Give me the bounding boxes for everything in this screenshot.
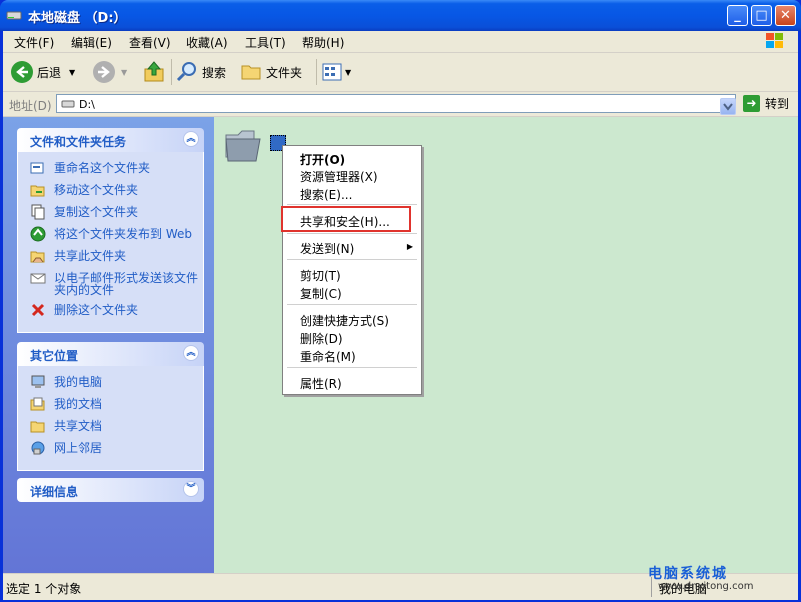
ctx-properties[interactable]: 属性(R) [300, 375, 342, 392]
go-arrow-icon: ➜ [743, 95, 760, 112]
globe-icon [30, 226, 46, 242]
views-icon [322, 63, 342, 81]
toolbar: 后退 ▼ ▼ 搜索 文件夹 ▼ [3, 53, 798, 92]
panel-header[interactable]: 其它位置 ︽ [17, 342, 204, 366]
forward-dropdown-icon[interactable]: ▼ [121, 68, 127, 77]
task-publish-web[interactable]: 将这个文件夹发布到 Web [18, 226, 203, 242]
ctx-send-to[interactable]: 发送到(N) [300, 240, 354, 257]
close-button[interactable]: ✕ [775, 5, 796, 26]
task-pane: 文件和文件夹任务 ︽ 重命名这个文件夹 移动这个文件夹 复制这个文件夹 将这个文… [3, 117, 214, 573]
computer-icon [31, 375, 45, 388]
up-folder-button[interactable] [143, 59, 165, 85]
minimize-button[interactable]: _ [727, 5, 748, 26]
folders-button[interactable]: 文件夹 [240, 59, 302, 85]
delete-icon [31, 303, 45, 317]
back-dropdown-icon[interactable]: ▼ [69, 68, 75, 77]
menu-separator [287, 233, 417, 234]
forward-arrow-icon [93, 61, 115, 83]
rename-icon [30, 162, 44, 174]
task-share-folder[interactable]: 共享此文件夹 [18, 250, 203, 264]
back-arrow-icon [11, 61, 33, 83]
forward-button[interactable]: ▼ [93, 59, 127, 85]
menu-view[interactable]: 查看(V) [129, 34, 171, 51]
menu-edit[interactable]: 编辑(E) [71, 34, 112, 51]
share-folder-icon [30, 251, 45, 263]
ctx-explorer[interactable]: 资源管理器(X) [300, 168, 378, 185]
views-dropdown-icon: ▼ [345, 67, 352, 77]
ctx-delete[interactable]: 删除(D) [300, 330, 343, 347]
email-icon [30, 273, 46, 284]
address-input[interactable]: D:\ [56, 94, 736, 115]
toolbar-separator [171, 59, 172, 85]
up-folder-icon [144, 61, 164, 82]
menu-separator [287, 259, 417, 260]
watermark-logo: 电脑系统城 www.dnxitong.com [648, 566, 754, 592]
go-button[interactable]: ➜ 转到 [743, 95, 789, 112]
drive-icon [61, 100, 75, 108]
move-icon [30, 185, 45, 197]
menu-separator [287, 204, 417, 205]
menu-favorites[interactable]: 收藏(A) [186, 34, 228, 51]
documents-icon [30, 397, 45, 411]
search-button[interactable]: 搜索 [176, 59, 226, 85]
address-bar: 地址(D) D:\ ➜ 转到 [3, 92, 798, 117]
menu-file[interactable]: 文件(F) [14, 34, 54, 51]
panel-header[interactable]: 详细信息 ︾ [17, 478, 204, 502]
ctx-open[interactable]: 打开(O) [300, 151, 345, 168]
expand-icon[interactable]: ︾ [183, 481, 199, 497]
maximize-button[interactable]: □ [751, 5, 772, 26]
task-copy-folder[interactable]: 复制这个文件夹 [18, 204, 203, 220]
task-delete-folder[interactable]: 删除这个文件夹 [18, 303, 203, 318]
place-my-computer[interactable]: 我的电脑 [18, 375, 203, 390]
network-icon [31, 441, 45, 455]
place-network-places[interactable]: 网上邻居 [18, 441, 203, 456]
windows-logo-icon [766, 33, 783, 48]
menu-separator [287, 304, 417, 305]
title-bar[interactable]: 本地磁盘 （D:） _ □ ✕ [0, 0, 801, 31]
ctx-rename[interactable]: 重命名(M) [300, 348, 356, 365]
task-move-folder[interactable]: 移动这个文件夹 [18, 184, 203, 198]
folder-icon[interactable] [224, 127, 264, 165]
menu-tools[interactable]: 工具(T) [245, 34, 286, 51]
ctx-cut[interactable]: 剪切(T) [300, 267, 341, 284]
toolbar-separator [316, 59, 317, 85]
window-title: 本地磁盘 （D:） [28, 11, 127, 26]
ctx-create-shortcut[interactable]: 创建快捷方式(S) [300, 312, 389, 329]
status-selection: 选定 1 个对象 [6, 582, 82, 596]
collapse-icon[interactable]: ︽ [183, 345, 199, 361]
submenu-arrow-icon: ▶ [406, 242, 413, 251]
back-button[interactable]: 后退 ▼ [11, 59, 75, 85]
details-panel: 详细信息 ︾ [17, 478, 204, 502]
folder-icon [241, 65, 261, 80]
context-menu: 打开(O) 资源管理器(X) 搜索(E)... 共享和安全(H)... 发送到(… [281, 145, 422, 395]
menu-help[interactable]: 帮助(H) [302, 34, 344, 51]
other-places-panel: 其它位置 ︽ 我的电脑 我的文档 共享文档 网上邻居 [17, 342, 204, 471]
menu-bar: 文件(F) 编辑(E) 查看(V) 收藏(A) 工具(T) 帮助(H) [3, 31, 798, 53]
address-dropdown-icon[interactable] [720, 98, 736, 115]
task-rename-folder[interactable]: 重命名这个文件夹 [18, 162, 203, 176]
task-email-files[interactable]: 以电子邮件形式发送该文件夹内的文件 [18, 272, 203, 296]
ctx-copy[interactable]: 复制(C) [300, 285, 342, 302]
shared-folder-icon [30, 421, 45, 433]
ctx-search[interactable]: 搜索(E)... [300, 186, 352, 203]
address-value: D:\ [79, 98, 95, 111]
explorer-window: 本地磁盘 （D:） _ □ ✕ 文件(F) 编辑(E) 查看(V) 收藏(A) … [0, 0, 801, 602]
copy-icon [31, 204, 45, 220]
place-my-documents[interactable]: 我的文档 [18, 397, 203, 412]
views-button[interactable]: ▼ [321, 59, 351, 85]
drive-icon [6, 11, 22, 20]
place-shared-documents[interactable]: 共享文档 [18, 420, 203, 434]
ctx-sharing-security[interactable]: 共享和安全(H)... [300, 213, 390, 230]
collapse-icon[interactable]: ︽ [183, 131, 199, 147]
search-icon [176, 62, 196, 82]
file-folder-tasks-panel: 文件和文件夹任务 ︽ 重命名这个文件夹 移动这个文件夹 复制这个文件夹 将这个文… [17, 128, 204, 333]
panel-header[interactable]: 文件和文件夹任务 ︽ [17, 128, 204, 152]
menu-separator [287, 367, 417, 368]
address-label: 地址(D) [9, 99, 52, 113]
